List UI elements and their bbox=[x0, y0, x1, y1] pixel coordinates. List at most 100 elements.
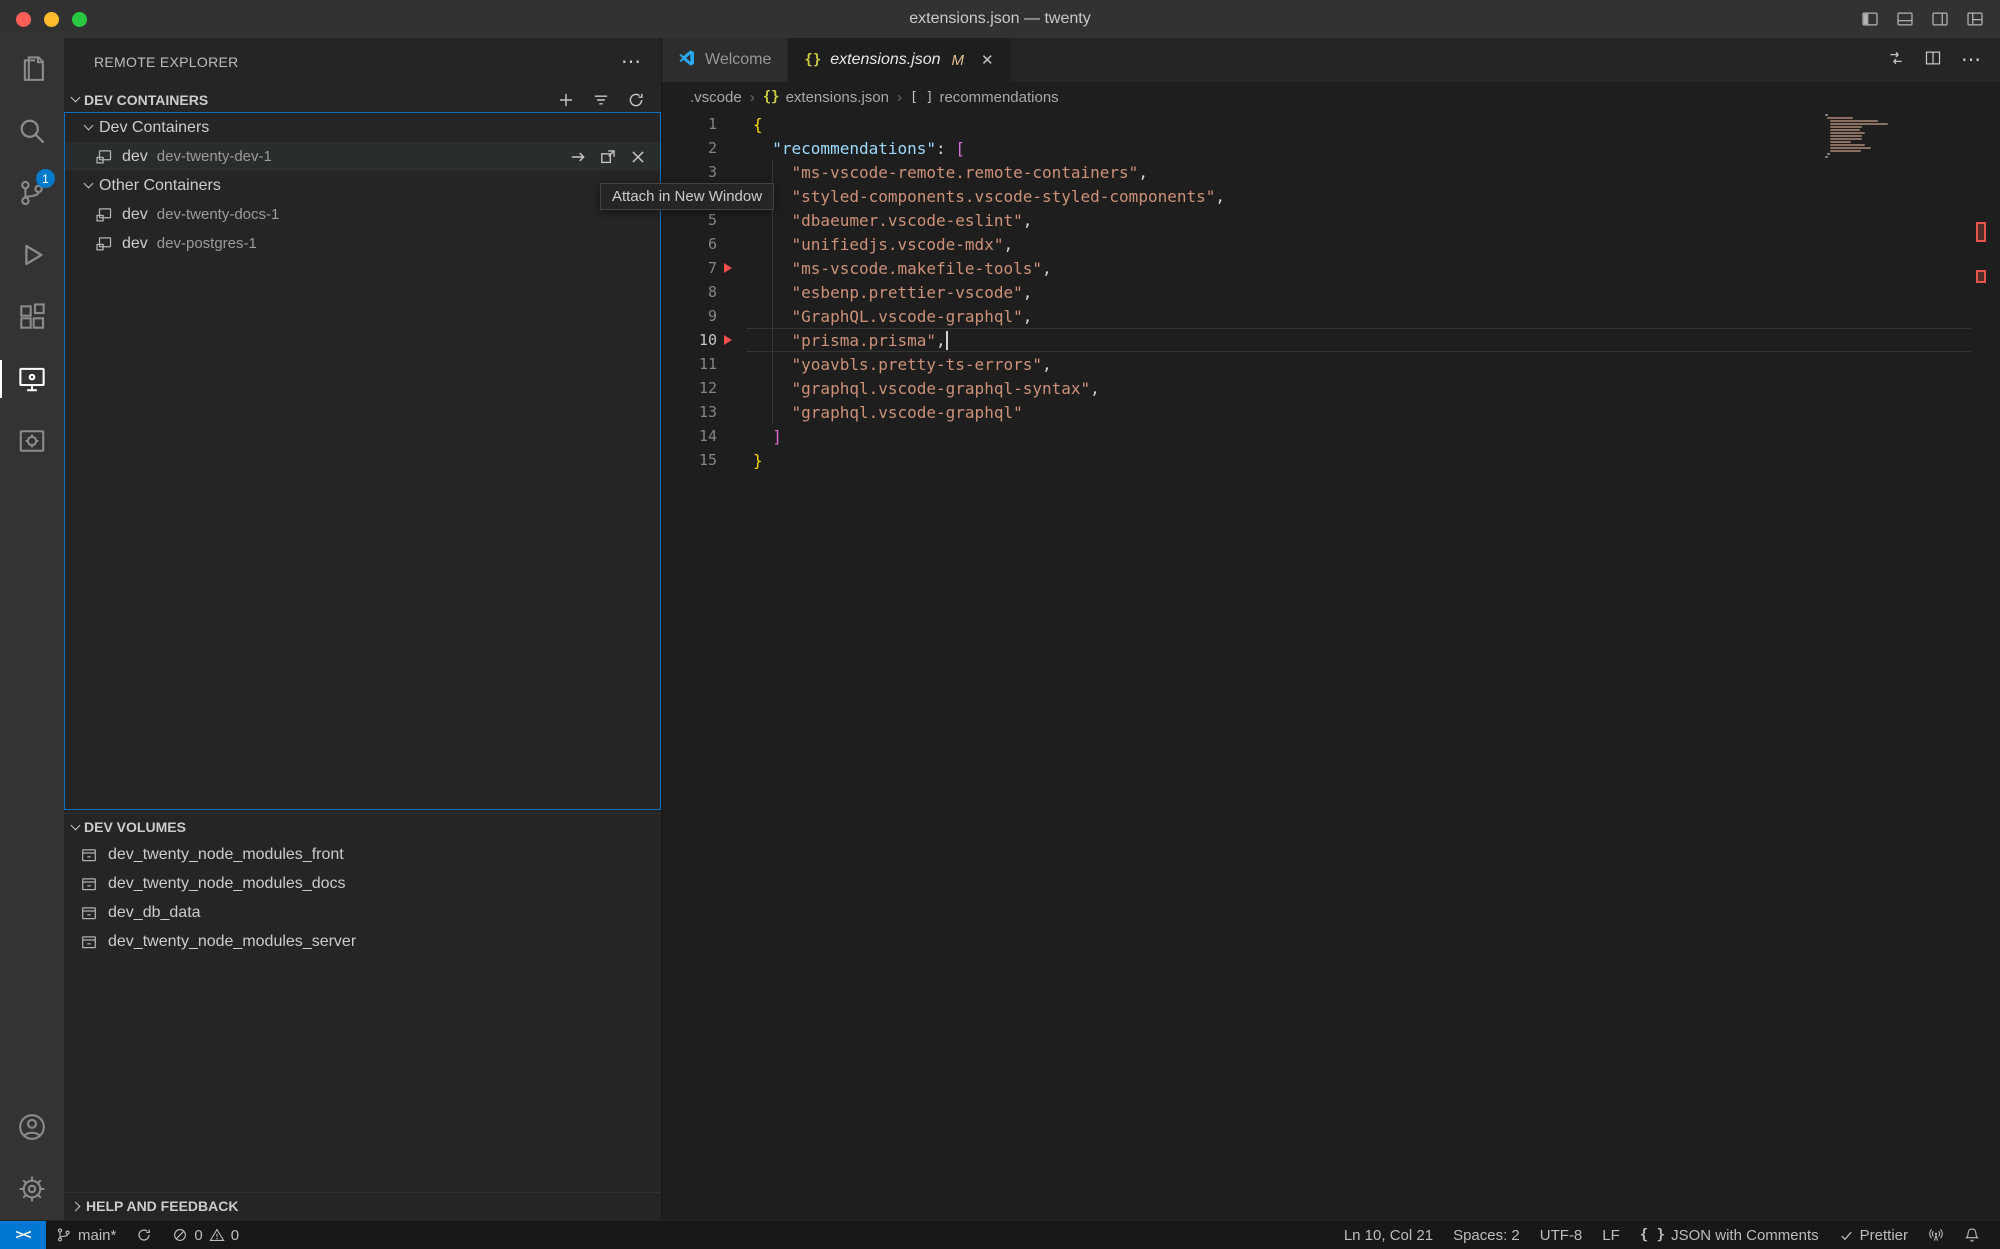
dev-volume-item[interactable]: dev_twenty_node_modules_server bbox=[64, 927, 661, 956]
notifications-status[interactable] bbox=[1954, 1221, 1990, 1249]
line-number[interactable]: 6 bbox=[662, 235, 717, 253]
line-number[interactable]: 1 bbox=[662, 115, 717, 133]
zoom-window-button[interactable] bbox=[72, 12, 87, 27]
customize-layout-icon[interactable] bbox=[1966, 10, 1984, 28]
section-header-dev-volumes[interactable]: DEV VOLUMES bbox=[64, 813, 661, 840]
encoding-status[interactable]: UTF-8 bbox=[1530, 1221, 1593, 1249]
refresh-icon[interactable] bbox=[627, 91, 645, 109]
code-token: , bbox=[1042, 259, 1052, 278]
dev-containers-tree: Dev Containersdevdev-twenty-dev-1Other C… bbox=[64, 112, 661, 810]
close-tab-icon[interactable]: ✕ bbox=[981, 51, 994, 69]
dev-volume-item[interactable]: dev_twenty_node_modules_front bbox=[64, 840, 661, 869]
cursor-position-status[interactable]: Ln 10, Col 21 bbox=[1334, 1221, 1443, 1249]
code-area[interactable]: 1{2 "recommendations": [3 "ms-vscode-rem… bbox=[662, 112, 2000, 1220]
title-bar: extensions.json — twenty bbox=[0, 0, 2000, 38]
line-number[interactable]: 5 bbox=[662, 211, 717, 229]
code-line[interactable]: 8 "esbenp.prettier-vscode", bbox=[662, 280, 2000, 304]
extensions-icon[interactable] bbox=[0, 286, 64, 348]
explorer-icon[interactable] bbox=[0, 38, 64, 100]
section-label: DEV VOLUMES bbox=[84, 819, 186, 835]
code-line[interactable]: 4 "styled-components.vscode-styled-compo… bbox=[662, 184, 2000, 208]
run-and-debug-icon[interactable] bbox=[0, 224, 64, 286]
dev-volume-item[interactable]: dev_twenty_node_modules_docs bbox=[64, 869, 661, 898]
language-mode-status[interactable]: { } JSON with Comments bbox=[1630, 1221, 1829, 1249]
new-dev-container-icon[interactable] bbox=[557, 91, 575, 109]
code-line[interactable]: 10 "prisma.prisma", bbox=[662, 328, 2000, 352]
tree-group[interactable]: Dev Containers bbox=[65, 113, 660, 142]
accounts-icon[interactable] bbox=[0, 1096, 64, 1158]
breadcrumb-file[interactable]: {}extensions.json bbox=[763, 89, 889, 106]
filter-list-icon[interactable] bbox=[592, 91, 610, 109]
section-header-dev-containers[interactable]: DEV CONTAINERS bbox=[64, 86, 661, 113]
close-window-button[interactable] bbox=[16, 12, 31, 27]
container-item[interactable]: devdev-postgres-1 bbox=[65, 229, 660, 258]
eol-status[interactable]: LF bbox=[1592, 1221, 1630, 1249]
dev-volume-item[interactable]: dev_db_data bbox=[64, 898, 661, 927]
gutter bbox=[717, 208, 753, 232]
line-number[interactable]: 2 bbox=[662, 139, 717, 157]
settings-gear-icon[interactable] bbox=[0, 1158, 64, 1220]
minimap-line bbox=[1830, 147, 1872, 149]
line-number[interactable]: 10 bbox=[662, 331, 717, 349]
code-text: "esbenp.prettier-vscode", bbox=[753, 283, 1032, 302]
minimap[interactable] bbox=[1825, 114, 1897, 159]
search-icon[interactable] bbox=[0, 100, 64, 162]
code-line[interactable]: 14 ] bbox=[662, 424, 2000, 448]
code-line[interactable]: 15} bbox=[662, 448, 2000, 472]
code-token: , bbox=[1023, 283, 1033, 302]
dev-volume-icon bbox=[80, 875, 98, 893]
breadcrumb-symbol[interactable]: [ ]recommendations bbox=[910, 89, 1059, 106]
breadcrumb-folder[interactable]: .vscode bbox=[690, 89, 742, 106]
tab-welcome[interactable]: Welcome bbox=[662, 38, 788, 82]
code-line[interactable]: 9 "GraphQL.vscode-graphql", bbox=[662, 304, 2000, 328]
more-actions-icon[interactable]: ⋯ bbox=[621, 52, 641, 72]
code-line[interactable]: 2 "recommendations": [ bbox=[662, 136, 2000, 160]
remote-indicator[interactable]: >< bbox=[0, 1221, 46, 1249]
gutter bbox=[717, 400, 753, 424]
stop-container-icon[interactable] bbox=[629, 148, 647, 166]
indentation-status[interactable]: Spaces: 2 bbox=[1443, 1221, 1530, 1249]
code-line[interactable]: 3 "ms-vscode-remote.remote-containers", bbox=[662, 160, 2000, 184]
code-line[interactable]: 11 "yoavbls.pretty-ts-errors", bbox=[662, 352, 2000, 376]
minimize-window-button[interactable] bbox=[44, 12, 59, 27]
toggle-secondary-sidebar-icon[interactable] bbox=[1931, 10, 1949, 28]
problems-status[interactable]: 0 0 bbox=[162, 1221, 249, 1249]
formatter-status[interactable]: Prettier bbox=[1829, 1221, 1918, 1249]
code-token: "ms-vscode-remote.remote-containers" bbox=[792, 163, 1139, 182]
attach-new-window-icon[interactable] bbox=[599, 148, 617, 166]
section-header-help-and-feedback[interactable]: HELP AND FEEDBACK bbox=[64, 1192, 661, 1219]
line-number[interactable]: 8 bbox=[662, 283, 717, 301]
attach-container-icon[interactable] bbox=[569, 148, 587, 166]
container-item[interactable]: devdev-twenty-dev-1 bbox=[65, 142, 660, 171]
line-number[interactable]: 14 bbox=[662, 427, 717, 445]
line-number[interactable]: 15 bbox=[662, 451, 717, 469]
line-number[interactable]: 3 bbox=[662, 163, 717, 181]
line-number[interactable]: 9 bbox=[662, 307, 717, 325]
code-line[interactable]: 12 "graphql.vscode-graphql-syntax", bbox=[662, 376, 2000, 400]
tree-group[interactable]: Other Containers bbox=[65, 171, 660, 200]
containers-icon[interactable] bbox=[0, 410, 64, 472]
code-line[interactable]: 7 "ms-vscode.makefile-tools", bbox=[662, 256, 2000, 280]
git-branch-status[interactable]: main* bbox=[46, 1221, 126, 1249]
code-line[interactable]: 1{ bbox=[662, 112, 2000, 136]
source-control-icon[interactable]: 1 bbox=[0, 162, 64, 224]
tab-extensions-json[interactable]: {} extensions.json M ✕ bbox=[788, 38, 1010, 82]
line-number[interactable]: 11 bbox=[662, 355, 717, 373]
remote-explorer-icon[interactable] bbox=[0, 348, 64, 410]
sync-status[interactable] bbox=[126, 1221, 162, 1249]
line-number[interactable]: 13 bbox=[662, 403, 717, 421]
split-editor-icon[interactable] bbox=[1924, 49, 1942, 72]
open-changes-icon[interactable] bbox=[1887, 49, 1905, 72]
sync-icon bbox=[136, 1227, 152, 1243]
code-line[interactable]: 13 "graphql.vscode-graphql" bbox=[662, 400, 2000, 424]
code-text: "ms-vscode-remote.remote-containers", bbox=[753, 163, 1148, 182]
more-actions-icon[interactable]: ⋯ bbox=[1961, 50, 1981, 70]
line-number[interactable]: 12 bbox=[662, 379, 717, 397]
container-item[interactable]: devdev-twenty-docs-1 bbox=[65, 200, 660, 229]
line-number[interactable]: 7 bbox=[662, 259, 717, 277]
feedback-status[interactable] bbox=[1918, 1221, 1954, 1249]
toggle-primary-sidebar-icon[interactable] bbox=[1861, 10, 1879, 28]
code-line[interactable]: 6 "unifiedjs.vscode-mdx", bbox=[662, 232, 2000, 256]
toggle-panel-icon[interactable] bbox=[1896, 10, 1914, 28]
code-line[interactable]: 5 "dbaeumer.vscode-eslint", bbox=[662, 208, 2000, 232]
